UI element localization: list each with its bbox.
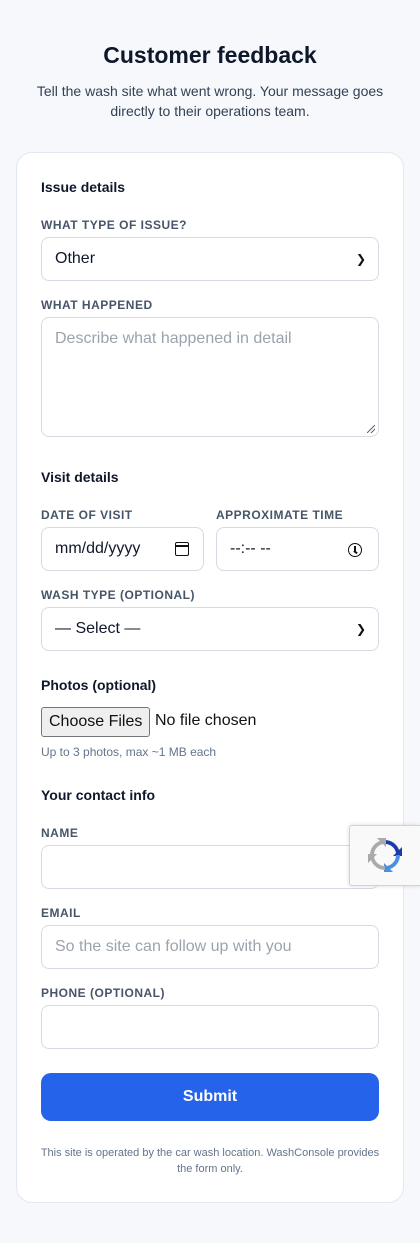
feedback-page: Customer feedback Tell the wash site wha…	[0, 0, 420, 1243]
page-title: Customer feedback	[103, 42, 317, 68]
email-input[interactable]: So the site can follow up with you	[41, 925, 379, 969]
date-value: mm/dd/yyyy	[55, 540, 141, 557]
what-happened-textarea[interactable]: Describe what happened in detail	[41, 317, 379, 437]
clock-icon[interactable]	[348, 543, 362, 557]
issue-type-value: Other	[55, 250, 96, 267]
issue-type-label: WHAT TYPE OF ISSUE?	[41, 218, 187, 232]
contact-section-title: Your contact info	[41, 787, 156, 803]
photos-hint: Up to 3 photos, max ~1 MB each	[41, 745, 217, 759]
chevron-down-icon: ❯	[355, 252, 366, 266]
page-subtitle: Tell the wash site what went wrong. Your…	[36, 83, 384, 119]
issue-type-select[interactable]: Other ❯	[41, 237, 379, 281]
submit-button[interactable]: Submit	[41, 1073, 379, 1121]
name-input[interactable]	[41, 845, 379, 889]
calendar-icon[interactable]	[175, 542, 189, 556]
wash-type-value: — Select —	[55, 620, 141, 637]
visit-section-title: Visit details	[41, 469, 119, 485]
choose-files-button[interactable]: Choose Files	[41, 707, 151, 737]
footer-note: This site is operated by the car wash lo…	[40, 1147, 380, 1175]
phone-label: PHONE (OPTIONAL)	[41, 986, 165, 1000]
phone-input[interactable]	[41, 1005, 379, 1049]
email-label: EMAIL	[41, 906, 81, 920]
what-happened-label: WHAT HAPPENED	[41, 298, 153, 312]
chevron-down-icon: ❯	[355, 622, 366, 636]
email-placeholder: So the site can follow up with you	[55, 938, 292, 955]
name-label: NAME	[41, 826, 79, 840]
time-value: --:-- --	[230, 540, 271, 557]
photos-section-title: Photos (optional)	[41, 677, 157, 693]
wash-type-select[interactable]: — Select — ❯	[41, 607, 379, 651]
what-happened-placeholder: Describe what happened in detail	[55, 330, 292, 347]
recaptcha-icon	[368, 838, 402, 872]
date-of-visit-input[interactable]: mm/dd/yyyy	[41, 527, 204, 571]
file-status: No file chosen	[155, 712, 257, 729]
issue-section-title: Issue details	[41, 179, 126, 195]
date-of-visit-label: DATE OF VISIT	[41, 508, 133, 522]
resize-handle-icon[interactable]	[367, 425, 375, 433]
approx-time-label: APPROXIMATE TIME	[216, 508, 344, 522]
recaptcha-badge[interactable]	[349, 825, 420, 886]
approx-time-input[interactable]: --:-- --	[216, 527, 379, 571]
wash-type-label: WASH TYPE (OPTIONAL)	[41, 588, 195, 602]
